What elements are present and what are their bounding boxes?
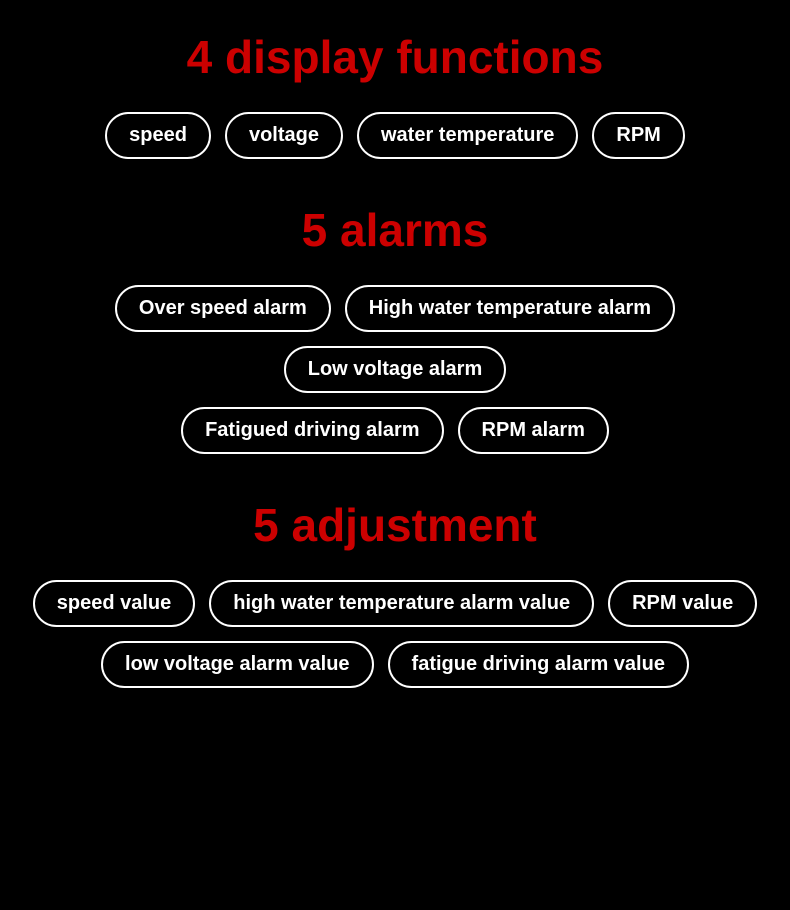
- tag-item: low voltage alarm value: [101, 641, 374, 688]
- tag-item: RPM value: [608, 580, 757, 627]
- tag-item: High water temperature alarm: [345, 285, 675, 332]
- alarms-section: 5 alarms Over speed alarm High water temp…: [20, 203, 770, 468]
- tag-item: speed: [105, 112, 211, 159]
- adjustment-row2: low voltage alarm value fatigue driving a…: [101, 641, 689, 688]
- display-functions-tags: speed voltage water temperature RPM: [105, 112, 685, 159]
- alarms-row2: Fatigued driving alarm RPM alarm: [181, 407, 609, 454]
- tag-item: fatigue driving alarm value: [388, 641, 689, 688]
- tag-item: RPM: [592, 112, 684, 159]
- tag-item: voltage: [225, 112, 343, 159]
- tag-item: Low voltage alarm: [284, 346, 507, 393]
- adjustment-section: 5 adjustment speed value high water tempe…: [20, 498, 770, 702]
- alarms-row1: Over speed alarm High water temperature a…: [20, 285, 770, 393]
- tag-item: speed value: [33, 580, 196, 627]
- tag-item: Over speed alarm: [115, 285, 331, 332]
- tag-item: water temperature: [357, 112, 578, 159]
- display-functions-section: 4 display functions speed voltage water te…: [20, 30, 770, 173]
- alarms-title: 5 alarms: [302, 203, 489, 257]
- adjustment-title: 5 adjustment: [253, 498, 537, 552]
- display-functions-title: 4 display functions: [187, 30, 604, 84]
- adjustment-row1: speed value high water temperature alarm …: [33, 580, 757, 627]
- tag-item: RPM alarm: [458, 407, 609, 454]
- tag-item: high water temperature alarm value: [209, 580, 594, 627]
- tag-item: Fatigued driving alarm: [181, 407, 443, 454]
